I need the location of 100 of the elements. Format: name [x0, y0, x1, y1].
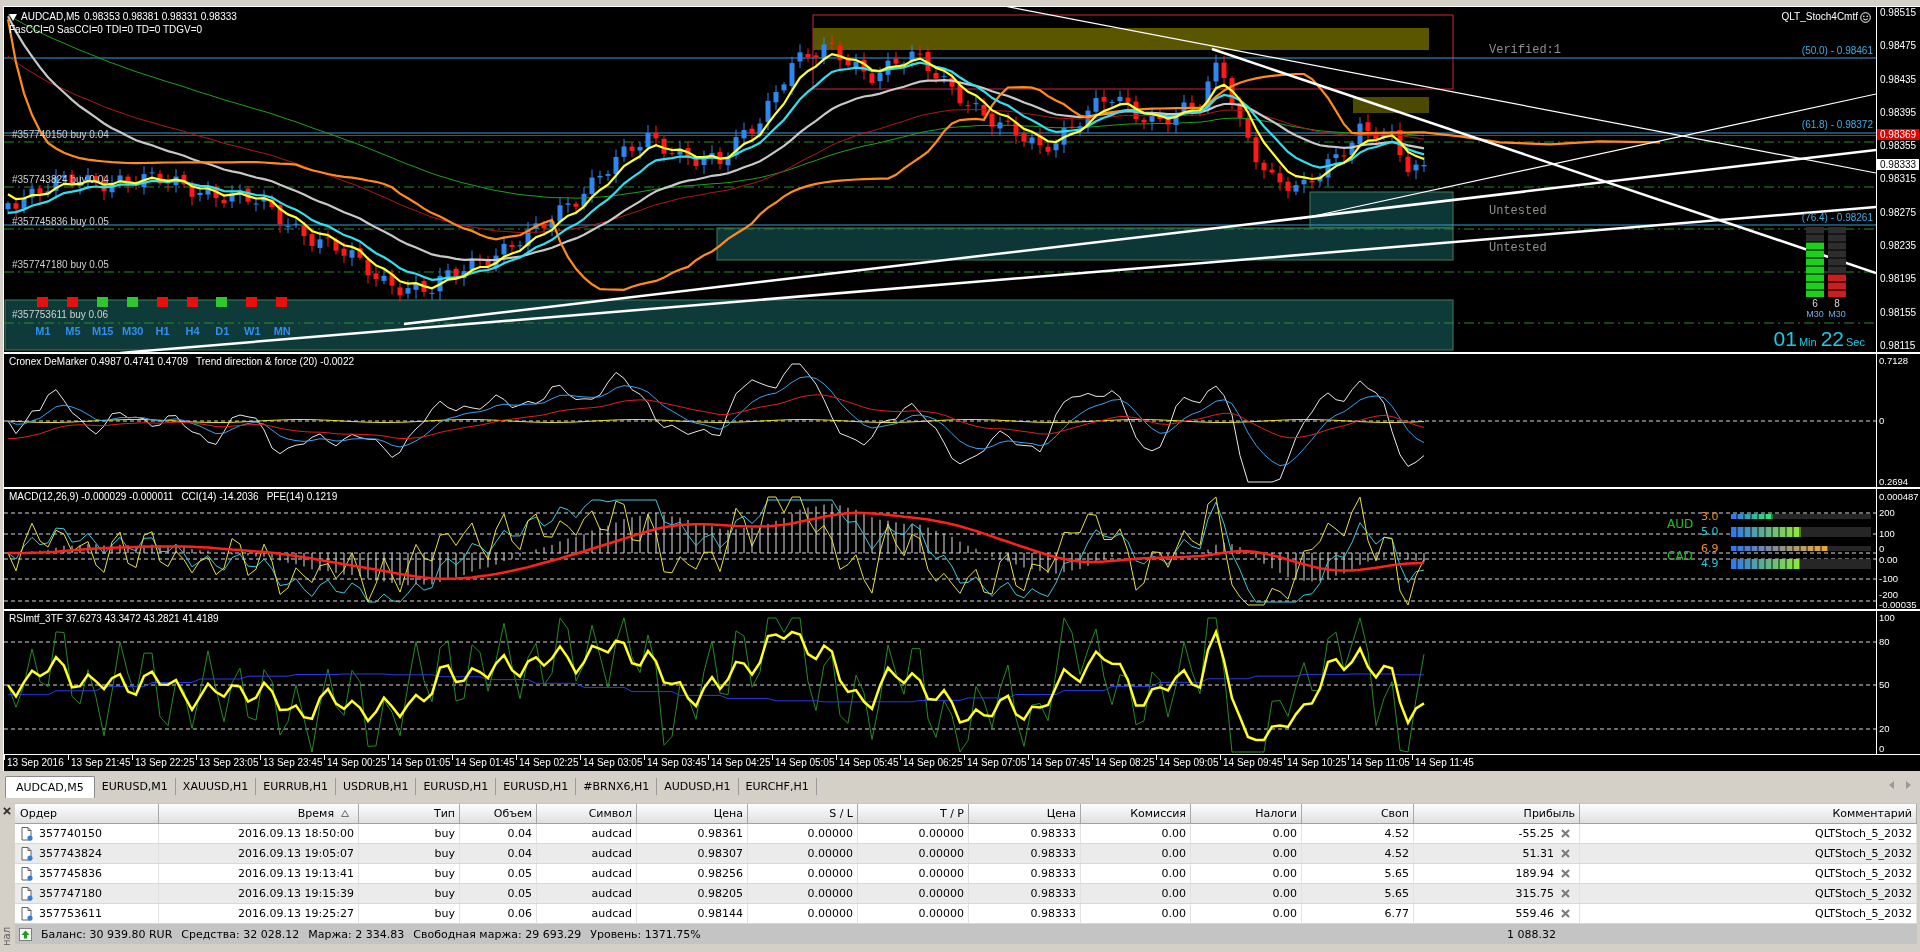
table-cell: buy: [359, 864, 460, 883]
column-header[interactable]: Время: [159, 804, 359, 823]
close-icon[interactable]: [1561, 829, 1570, 838]
price-axis-label: 0.98355: [1880, 140, 1918, 153]
table-cell: 0.98333: [969, 824, 1081, 843]
table-cell: audcad: [537, 904, 637, 923]
table-cell: 5.65: [1302, 884, 1414, 903]
time-axis-label: 14 Sep 06:25: [900, 755, 964, 771]
table-row[interactable]: 357745836 2016.09.13 19:13:41 buy 0.05 audcad 0.98256 0.00000 0.00000 0.98333 0.00 0.00 5.65 189.94 QLTStoch_5_2032: [15, 864, 1917, 884]
table-cell: 0.98307: [637, 844, 748, 863]
table-cell: 0.00000: [748, 884, 858, 903]
column-header[interactable]: Символ: [537, 804, 637, 823]
table-cell: 0.00000: [858, 904, 969, 923]
order-number: 357753611: [39, 907, 102, 920]
column-header[interactable]: Цена: [637, 804, 748, 823]
chart-tab[interactable]: EURCHF,H1: [738, 778, 817, 795]
value-axis-label: 20: [1879, 723, 1890, 735]
table-cell: 0.00: [1191, 864, 1302, 883]
strength-value: 3.0: [1701, 510, 1720, 523]
column-header[interactable]: Прибыль: [1414, 804, 1580, 823]
document-icon: [21, 886, 33, 901]
price-axis-label: 0.98475: [1880, 40, 1918, 53]
table-row[interactable]: 357743824 2016.09.13 19:05:07 buy 0.04 audcad 0.98307 0.00000 0.00000 0.98333 0.00 0.00 4.52 51.31 QLTStoch_5_2032: [15, 844, 1917, 864]
order-label: #357747180 buy 0.05: [12, 259, 109, 270]
table-cell: 0.98333: [969, 884, 1081, 903]
column-header[interactable]: Своп: [1302, 804, 1414, 823]
column-header[interactable]: S / L: [748, 804, 858, 823]
table-cell: 6.77: [1302, 904, 1414, 923]
table-cell: QLTStoch_5_2032: [1580, 844, 1917, 863]
document-icon: [21, 906, 33, 921]
meter-label: M30: [1806, 309, 1824, 319]
value-axis-label: 80: [1879, 636, 1890, 648]
value-axis-label: 0: [1879, 543, 1885, 555]
meter-value: 6: [1812, 298, 1818, 309]
close-icon[interactable]: [3, 807, 11, 815]
indicator-title: RSImtf_3TF 37.6273 43.3472 43.2821 41.4189: [9, 613, 219, 625]
table-row[interactable]: 357740150 2016.09.13 18:50:00 buy 0.04 audcad 0.98361 0.00000 0.00000 0.98333 0.00 0.00 4.52 -55.25 QLTStoch_5_2032: [15, 824, 1917, 844]
time-axis-label: 14 Sep 07:05: [964, 755, 1028, 771]
timer-unit: Min: [1798, 336, 1817, 348]
time-axis-label: 14 Sep 02:25: [516, 755, 580, 771]
chart-tab[interactable]: #BRNX6,H1: [576, 778, 658, 795]
time-axis-label: 13 Sep 21:45: [68, 755, 132, 771]
table-cell: 0.00: [1081, 884, 1191, 903]
fibonacci-level-label: (76.4) - 0.98261: [1801, 212, 1873, 223]
column-header[interactable]: T / P: [858, 804, 969, 823]
time-axis-label: 13 Sep 23:05: [196, 755, 260, 771]
column-header[interactable]: Комиссия: [1081, 804, 1191, 823]
document-icon: [21, 826, 33, 841]
chart-tab[interactable]: EURUSD,H1: [496, 778, 577, 795]
column-header[interactable]: Тип: [359, 804, 460, 823]
close-icon[interactable]: [1561, 869, 1570, 878]
chart-tab[interactable]: EURUSD,H1: [416, 778, 497, 795]
table-cell: 0.00: [1191, 884, 1302, 903]
zone-label: Untested: [1489, 242, 1547, 255]
fibonacci-level-label: (61.8) - 0.98372: [1801, 119, 1873, 130]
column-header[interactable]: Комментарий: [1580, 804, 1917, 823]
column-header[interactable]: Ордер: [15, 804, 159, 823]
chart-tab[interactable]: USDRUB,H1: [335, 778, 417, 795]
time-axis-label: 14 Sep 11:45: [1412, 755, 1476, 771]
table-cell: QLTStoch_5_2032: [1580, 824, 1917, 843]
table-cell: 0.00: [1081, 904, 1191, 923]
price-axis-label: 0.98515: [1880, 7, 1918, 19]
table-cell: 0.98333: [969, 844, 1081, 863]
time-axis-label: 14 Sep 10:25: [1284, 755, 1348, 771]
column-header[interactable]: Налоги: [1191, 804, 1302, 823]
chart-tab[interactable]: AUDCAD,M5: [5, 776, 95, 798]
value-axis-label: 0.000487: [1879, 491, 1919, 503]
table-cell: 0.98333: [969, 904, 1081, 923]
zone-label: Verified:1: [1489, 44, 1561, 57]
column-header[interactable]: Цена: [969, 804, 1081, 823]
price-axis-label: 0.98395: [1880, 106, 1918, 119]
chart-tab[interactable]: AUDUSD,H1: [657, 778, 739, 795]
ask-price-tag: 0.98369: [1877, 129, 1919, 140]
table-cell: 0.98144: [637, 904, 748, 923]
price-axis-label: 0.98155: [1880, 306, 1918, 319]
value-axis-label: 0: [1879, 415, 1885, 427]
table-cell: 0.00000: [858, 844, 969, 863]
chart-tab[interactable]: XAUUSD,H1: [175, 778, 257, 795]
column-header[interactable]: Объем: [460, 804, 537, 823]
table-cell: 5.65: [1302, 864, 1414, 883]
table-cell: 0.00000: [858, 824, 969, 843]
close-icon[interactable]: [1561, 909, 1570, 918]
account-figure: Баланс: 30 939.80 RUR: [41, 927, 173, 941]
table-cell: 0.00: [1081, 844, 1191, 863]
profit-value: 559.46: [1515, 907, 1554, 920]
value-axis-label: 200: [1879, 507, 1895, 519]
table-cell: 0.06: [460, 904, 537, 923]
table-cell: buy: [359, 824, 460, 843]
time-axis-label: 14 Sep 00:25: [324, 755, 388, 771]
table-cell: audcad: [537, 844, 637, 863]
value-axis-label: 0: [1879, 743, 1885, 755]
table-cell: 0.98361: [637, 824, 748, 843]
chart-tab[interactable]: EURUSD,M1: [94, 778, 176, 795]
indicator-title: Trend direction & force (20) -0.0022: [196, 356, 355, 368]
chart-tab[interactable]: EURRUB,H1: [256, 778, 336, 795]
table-row[interactable]: 357747180 2016.09.13 19:15:39 buy 0.05 audcad 0.98205 0.00000 0.00000 0.98333 0.00 0.00 5.65 315.75 QLTStoch_5_2032: [15, 884, 1917, 904]
table-cell: QLTStoch_5_2032: [1580, 904, 1917, 923]
table-cell: 0.00: [1191, 904, 1302, 923]
table-row[interactable]: 357753611 2016.09.13 19:25:27 buy 0.06 audcad 0.98144 0.00000 0.00000 0.98333 0.00 0.00 6.77 559.46 QLTStoch_5_2032: [15, 904, 1917, 924]
table-cell: 0.00: [1191, 844, 1302, 863]
